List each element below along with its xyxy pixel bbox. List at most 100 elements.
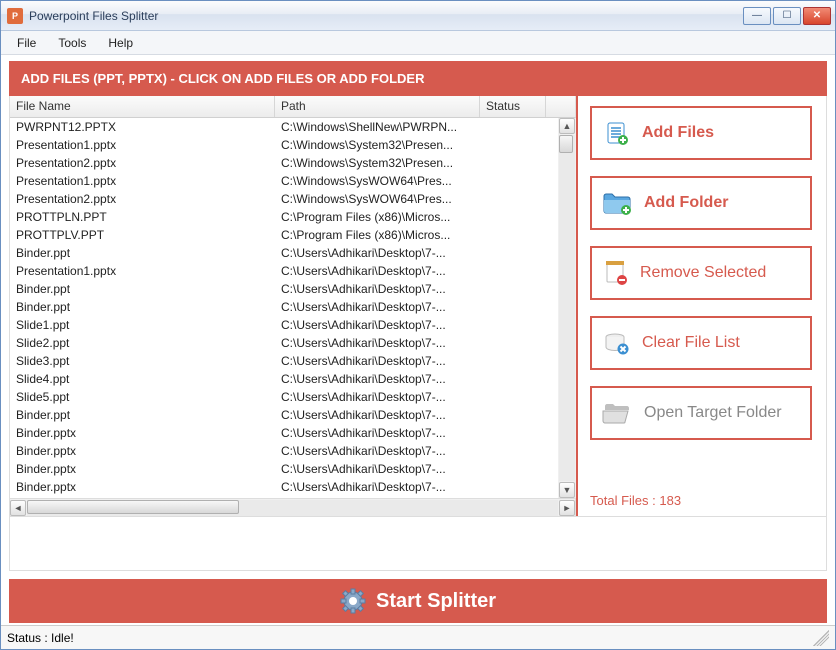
table-row[interactable]: Slide5.pptC:\Users\Adhikari\Desktop\7-..… (10, 388, 575, 406)
table-row[interactable]: Binder.pptxC:\Users\Adhikari\Desktop\7-.… (10, 424, 575, 442)
table-row[interactable]: Slide1.pptC:\Users\Adhikari\Desktop\7-..… (10, 316, 575, 334)
add-files-button[interactable]: Add Files (590, 106, 812, 160)
open-target-folder-button[interactable]: Open Target Folder (590, 386, 812, 440)
col-status[interactable]: Status (480, 96, 546, 117)
cell-file-name: Binder.pptx (10, 425, 275, 441)
table-row[interactable]: Presentation1.pptxC:\Windows\System32\Pr… (10, 136, 575, 154)
cell-path: C:\Windows\SysWOW64\Pres... (275, 173, 480, 189)
cell-file-name: Binder.pptx (10, 479, 275, 495)
clear-list-icon (602, 330, 630, 356)
cell-status (480, 180, 546, 182)
col-path[interactable]: Path (275, 96, 480, 117)
cell-file-name: Binder.ppt (10, 299, 275, 315)
maximize-button[interactable]: ☐ (773, 7, 801, 25)
file-table: File Name Path Status PWRPNT12.PPTXC:\Wi… (10, 96, 576, 516)
table-row[interactable]: Binder.pptxC:\Users\Adhikari\Desktop\7-.… (10, 478, 575, 496)
table-row[interactable]: PWRPNT12.PPTXC:\Windows\ShellNew\PWRPN..… (10, 118, 575, 136)
minimize-button[interactable]: — (743, 7, 771, 25)
menu-help[interactable]: Help (98, 33, 143, 53)
cell-path: C:\Windows\ShellNew\PWRPN... (275, 119, 480, 135)
cell-file-name: Binder.ppt (10, 281, 275, 297)
cell-file-name: Binder.pptx (10, 443, 275, 459)
cell-status (480, 486, 546, 488)
cell-status (480, 432, 546, 434)
add-files-icon (602, 119, 630, 147)
cell-status (480, 414, 546, 416)
table-row[interactable]: Binder.pptC:\Users\Adhikari\Desktop\7-..… (10, 298, 575, 316)
cell-status (480, 360, 546, 362)
menu-file[interactable]: File (7, 33, 46, 53)
table-header-row: File Name Path Status (10, 96, 576, 118)
lower-panel (9, 517, 827, 571)
scroll-thumb-vertical[interactable] (559, 135, 573, 153)
cell-path: C:\Users\Adhikari\Desktop\7-... (275, 371, 480, 387)
col-file-name[interactable]: File Name (10, 96, 275, 117)
cell-file-name: Slide4.ppt (10, 371, 275, 387)
cell-path: C:\Users\Adhikari\Desktop\7-... (275, 461, 480, 477)
scroll-down-icon[interactable]: ▼ (559, 482, 575, 498)
table-row[interactable]: Binder.pptC:\Users\Adhikari\Desktop\7-..… (10, 406, 575, 424)
cell-file-name: Presentation1.pptx (10, 173, 275, 189)
cell-path: C:\Users\Adhikari\Desktop\7-... (275, 263, 480, 279)
section-header: ADD FILES (PPT, PPTX) - CLICK ON ADD FIL… (9, 61, 827, 96)
cell-path: C:\Users\Adhikari\Desktop\7-... (275, 299, 480, 315)
cell-status (480, 270, 546, 272)
cell-path: C:\Users\Adhikari\Desktop\7-... (275, 407, 480, 423)
cell-status (480, 144, 546, 146)
cell-path: C:\Users\Adhikari\Desktop\7-... (275, 443, 480, 459)
menu-tools[interactable]: Tools (48, 33, 96, 53)
cell-status (480, 216, 546, 218)
cell-path: C:\Program Files (x86)\Micros... (275, 209, 480, 225)
table-row[interactable]: Presentation1.pptxC:\Windows\SysWOW64\Pr… (10, 172, 575, 190)
scroll-right-icon[interactable]: ► (559, 500, 575, 516)
cell-file-name: Presentation2.pptx (10, 191, 275, 207)
add-folder-button[interactable]: Add Folder (590, 176, 812, 230)
cell-status (480, 306, 546, 308)
table-row[interactable]: Binder.pptC:\Users\Adhikari\Desktop\7-..… (10, 280, 575, 298)
cell-file-name: Slide5.ppt (10, 389, 275, 405)
cell-status (480, 450, 546, 452)
side-panel: Add Files Add Folder Remove Selected Cle… (576, 96, 824, 516)
cell-path: C:\Windows\SysWOW64\Pres... (275, 191, 480, 207)
gear-icon (340, 588, 366, 614)
table-row[interactable]: Binder.pptxC:\Users\Adhikari\Desktop\7-.… (10, 442, 575, 460)
cell-path: C:\Users\Adhikari\Desktop\7-... (275, 281, 480, 297)
table-row[interactable]: PROTTPLN.PPTC:\Program Files (x86)\Micro… (10, 208, 575, 226)
cell-path: C:\Windows\System32\Presen... (275, 155, 480, 171)
table-row[interactable]: Presentation2.pptxC:\Windows\SysWOW64\Pr… (10, 190, 575, 208)
cell-path: C:\Users\Adhikari\Desktop\7-... (275, 335, 480, 351)
cell-path: C:\Users\Adhikari\Desktop\7-... (275, 479, 480, 495)
table-row[interactable]: Binder.pptxC:\Users\Adhikari\Desktop\7-.… (10, 460, 575, 478)
scroll-up-icon[interactable]: ▲ (559, 118, 575, 134)
clear-file-list-label: Clear File List (642, 334, 740, 352)
cell-file-name: Binder.ppt (10, 245, 275, 261)
remove-selected-label: Remove Selected (640, 264, 766, 282)
vertical-scrollbar[interactable]: ▲ ▼ (558, 118, 576, 498)
table-row[interactable]: Presentation1.pptxC:\Users\Adhikari\Desk… (10, 262, 575, 280)
table-row[interactable]: Slide4.pptC:\Users\Adhikari\Desktop\7-..… (10, 370, 575, 388)
close-button[interactable]: ✕ (803, 7, 831, 25)
table-row[interactable]: Slide2.pptC:\Users\Adhikari\Desktop\7-..… (10, 334, 575, 352)
scroll-left-icon[interactable]: ◄ (10, 500, 26, 516)
start-splitter-label: Start Splitter (376, 590, 496, 613)
cell-path: C:\Windows\System32\Presen... (275, 137, 480, 153)
resize-grip-icon[interactable] (813, 630, 829, 646)
clear-file-list-button[interactable]: Clear File List (590, 316, 812, 370)
statusbar: Status : Idle! (1, 625, 835, 649)
remove-selected-button[interactable]: Remove Selected (590, 246, 812, 300)
horizontal-scrollbar[interactable]: ◄ ► (10, 498, 576, 516)
table-row[interactable]: Slide3.pptC:\Users\Adhikari\Desktop\7-..… (10, 352, 575, 370)
table-row[interactable]: PROTTPLV.PPTC:\Program Files (x86)\Micro… (10, 226, 575, 244)
titlebar: Powerpoint Files Splitter — ☐ ✕ (1, 1, 835, 31)
cell-status (480, 342, 546, 344)
table-row[interactable]: Binder.pptC:\Users\Adhikari\Desktop\7-..… (10, 244, 575, 262)
remove-icon (602, 259, 628, 287)
app-icon (7, 8, 23, 24)
start-splitter-button[interactable]: Start Splitter (9, 579, 827, 623)
cell-status (480, 378, 546, 380)
cell-status (480, 126, 546, 128)
cell-file-name: Binder.pptx (10, 461, 275, 477)
table-row[interactable]: Presentation2.pptxC:\Windows\System32\Pr… (10, 154, 575, 172)
cell-path: C:\Users\Adhikari\Desktop\7-... (275, 425, 480, 441)
scroll-thumb-horizontal[interactable] (27, 500, 239, 514)
